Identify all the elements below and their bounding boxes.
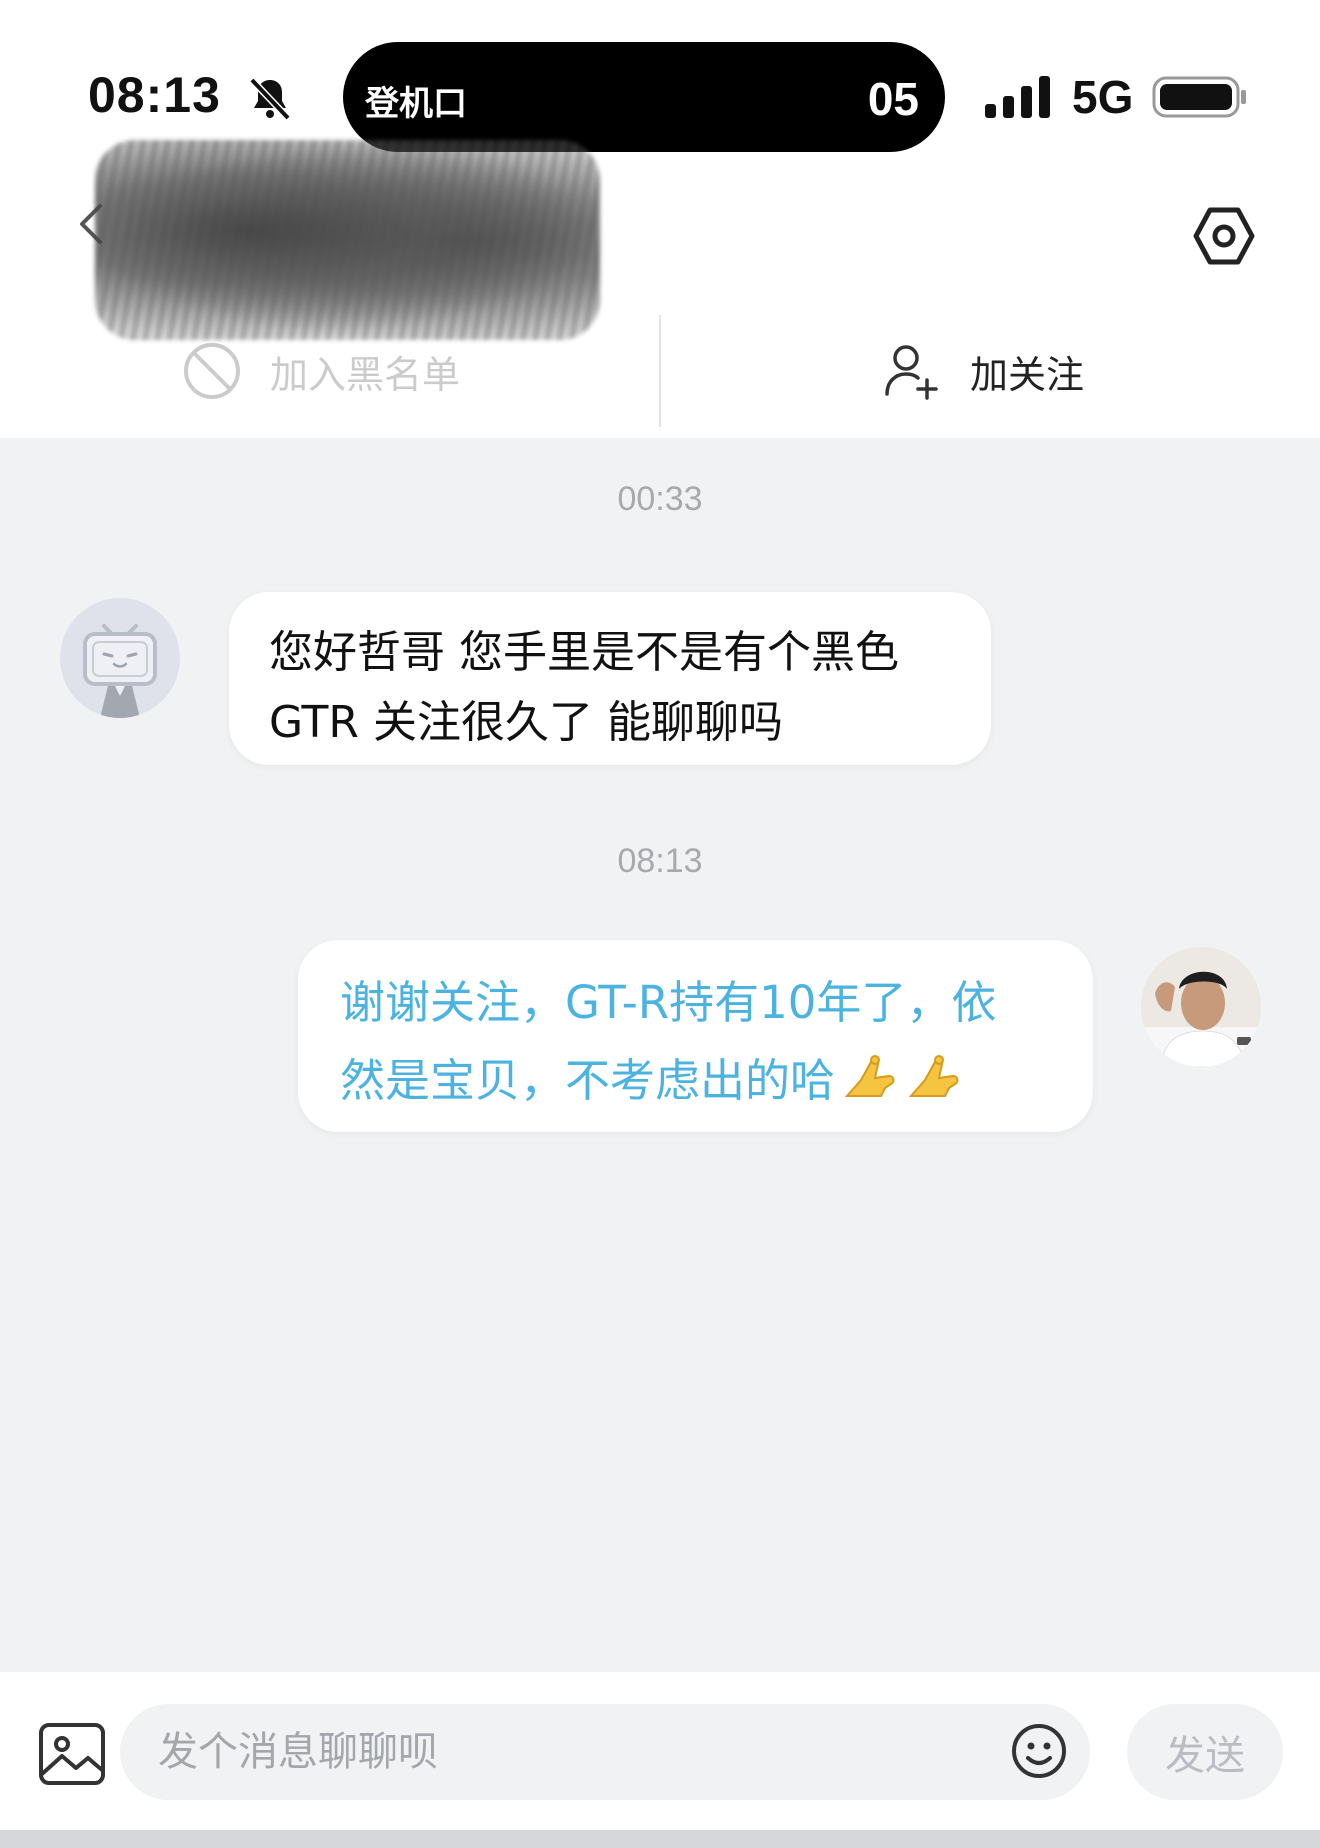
bottom-strip [0,1830,1320,1848]
top-header-area: 08:13 登机口 05 5G 加入黑名单 加关注 [0,0,1320,438]
message-timestamp: 00:33 [617,480,703,518]
follow-label: 加关注 [970,352,1085,397]
battery-icon [1152,76,1246,118]
user-photo-icon [1141,947,1261,1067]
incoming-message-bubble[interactable]: 您好哲哥 您手里是不是有个黑色 GTR 关注很久了 能聊聊吗 [229,592,991,765]
finger-heart-emoji-icon [844,1055,895,1097]
block-icon [184,343,240,399]
blacklist-button[interactable]: 加入黑名单 [180,336,460,406]
status-time: 08:13 [88,67,221,123]
action-divider [659,315,661,427]
send-button[interactable]: 发送 [1127,1704,1283,1800]
finger-heart-emoji-icon [908,1055,959,1097]
message-text-line: 您好哲哥 您手里是不是有个黑色 [269,627,899,678]
message-input-bar: 发送 [0,1672,1320,1830]
settings-icon[interactable] [1192,204,1256,268]
add-user-icon [885,345,938,400]
tv-mascot-icon [83,624,157,718]
island-label: 登机口 [365,84,467,124]
island-number: 05 [867,73,919,125]
signal-icon [985,76,1050,118]
user-avatar[interactable] [1141,947,1261,1067]
blacklist-label: 加入黑名单 [270,352,461,397]
dynamic-island: 登机口 05 [343,42,945,152]
follow-button[interactable]: 加关注 [884,336,1084,406]
message-text-line: 然是宝贝，不考虑出的哈 [340,1054,836,1107]
message-text-line: GTR 关注很久了 能聊聊吗 [269,697,783,748]
message-timestamp: 08:13 [617,842,703,880]
message-input[interactable] [120,1704,1090,1800]
outgoing-message-bubble[interactable]: 谢谢关注，GT-R持有10年了，依 然是宝贝，不考虑出的哈 [298,940,1093,1132]
network-label: 5G [1072,71,1134,123]
message-text-line: 谢谢关注，GT-R持有10年了，依 [340,976,997,1029]
redacted-username [95,140,600,340]
image-icon[interactable] [38,1722,106,1786]
emoji-icon[interactable] [1010,1722,1068,1780]
bell-off-icon [249,77,291,121]
contact-avatar[interactable] [60,598,180,718]
